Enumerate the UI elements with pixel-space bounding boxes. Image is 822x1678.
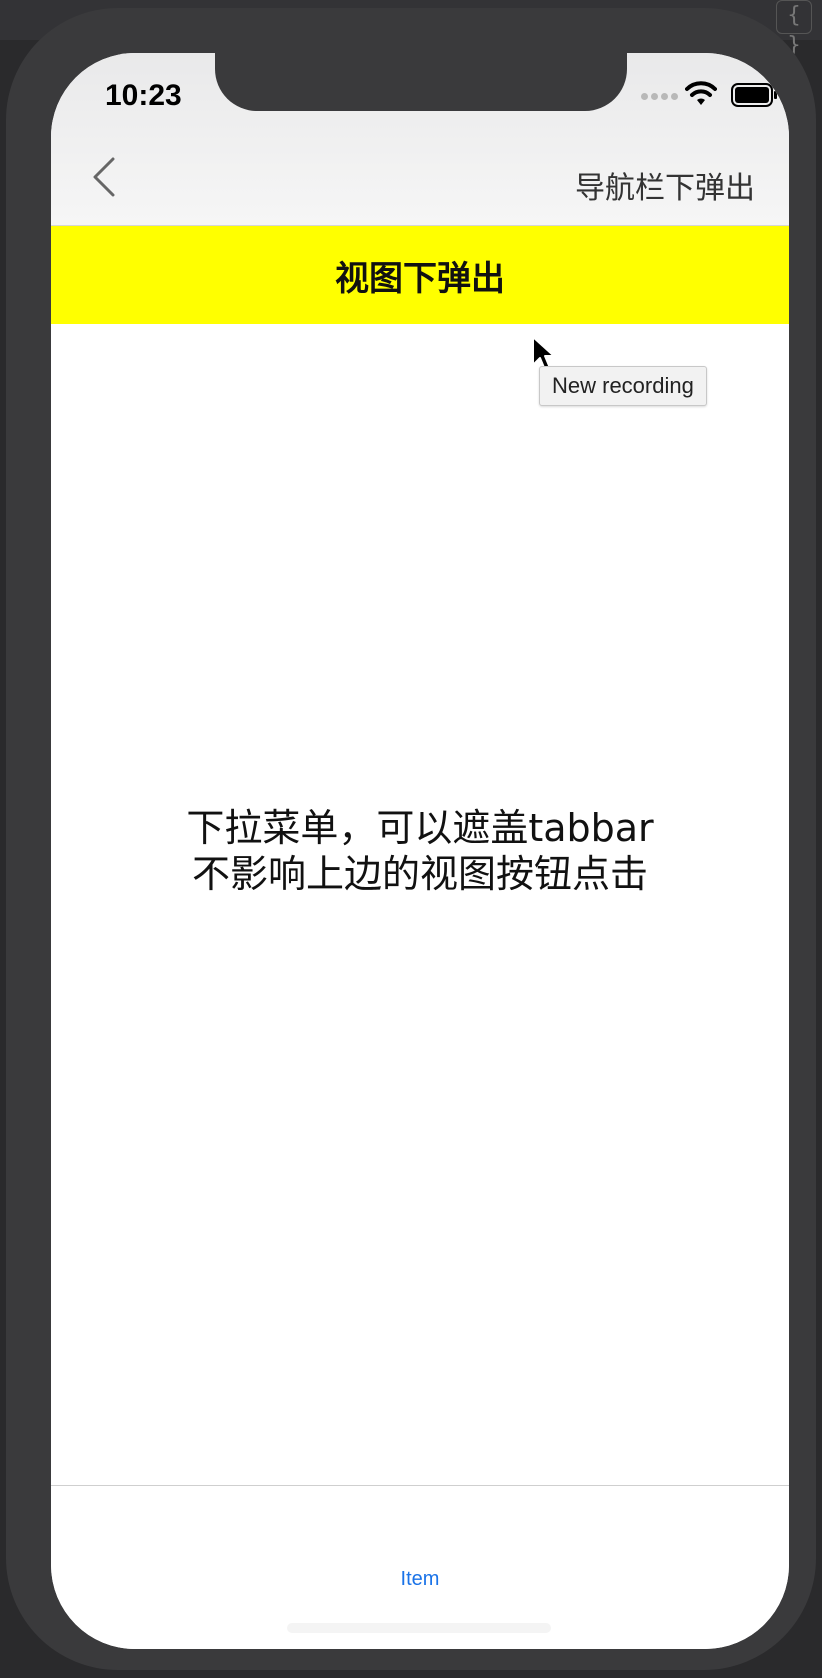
tab-item[interactable]: Item bbox=[51, 1568, 789, 1591]
content-message: 下拉菜单，可以遮盖tabbar 不影响上边的视图按钮点击 bbox=[51, 805, 789, 897]
nav-title: 导航栏下弹出 bbox=[575, 171, 755, 206]
device-notch bbox=[215, 53, 627, 111]
battery-icon bbox=[731, 83, 777, 107]
content-line-1: 下拉菜单，可以遮盖tabbar bbox=[186, 806, 654, 850]
signal-icon bbox=[641, 93, 678, 100]
banner-title: 视图下弹出 bbox=[335, 258, 505, 299]
navigation-bar: 10:23 导航栏下弹出 bbox=[51, 53, 789, 226]
content-line-2: 不影响上边的视图按钮点击 bbox=[191, 852, 648, 896]
device-frame: 10:23 导航栏下弹出 视图下弹出 New recording 下拉菜单，可以… bbox=[6, 8, 816, 1670]
phone-screen: 10:23 导航栏下弹出 视图下弹出 New recording 下拉菜单，可以… bbox=[51, 53, 789, 1649]
view-popup-button[interactable]: 视图下弹出 bbox=[51, 226, 789, 324]
braces-icon: { } bbox=[776, 0, 812, 58]
home-indicator bbox=[287, 1623, 551, 1633]
back-chevron-icon[interactable] bbox=[87, 157, 127, 197]
status-time: 10:23 bbox=[105, 79, 182, 112]
wifi-icon bbox=[685, 81, 717, 105]
tooltip: New recording bbox=[539, 366, 707, 406]
